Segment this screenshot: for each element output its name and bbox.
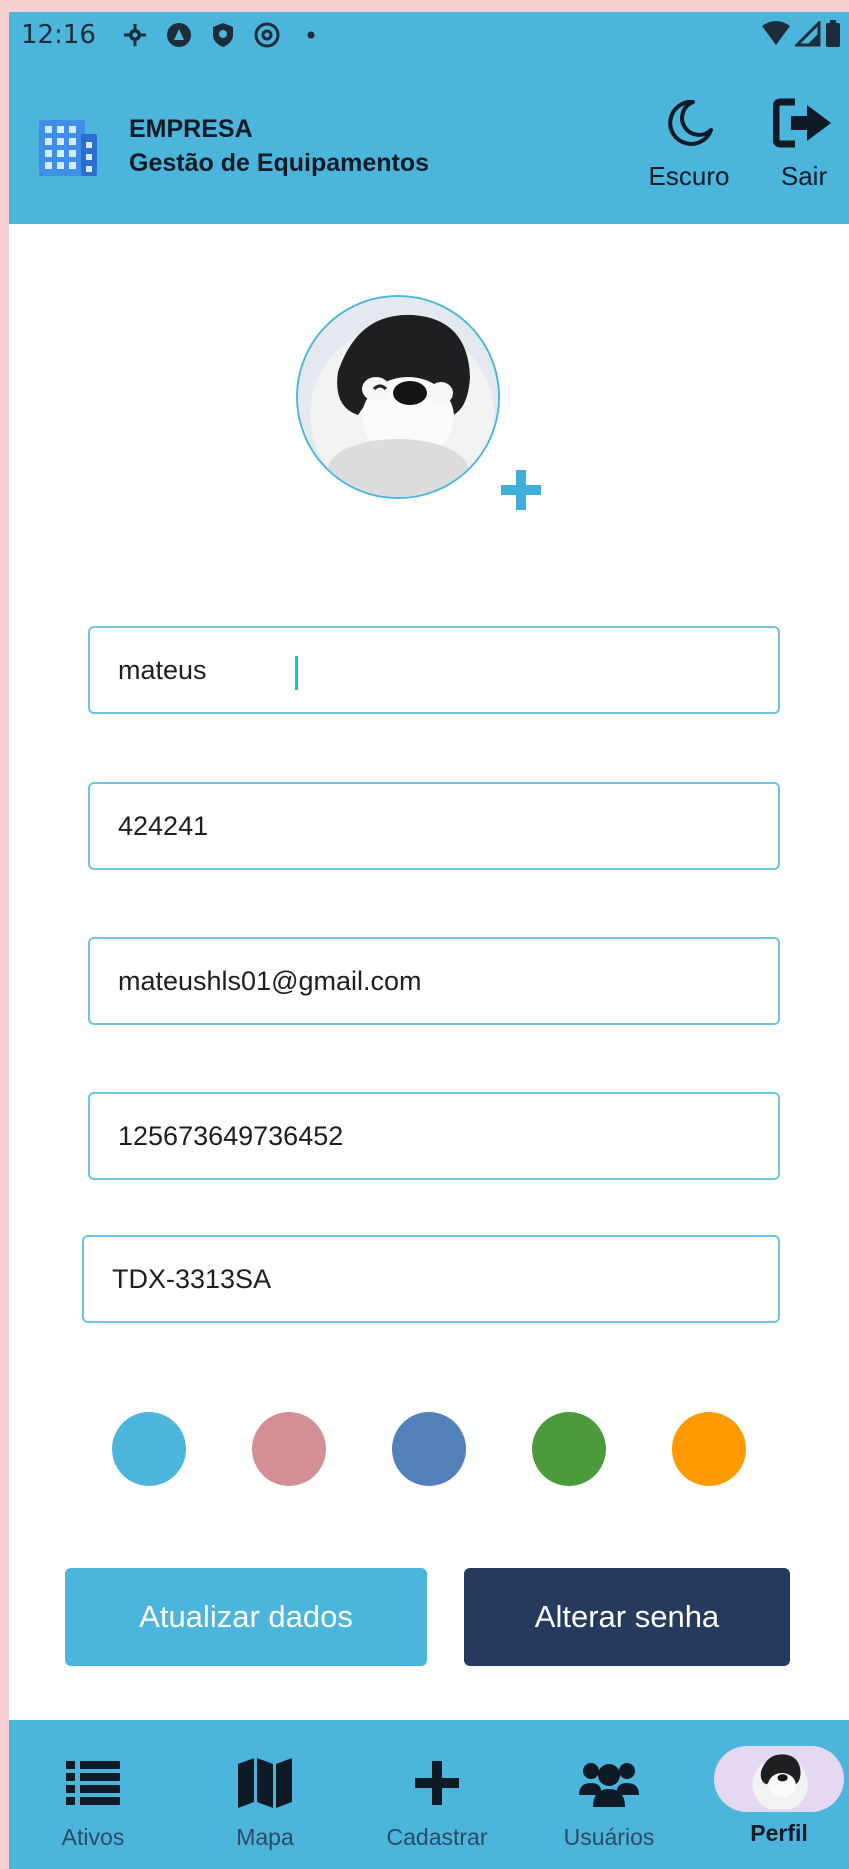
color-swatch-green[interactable] [532,1412,606,1486]
nav-avatar [714,1746,844,1812]
nav-item-ativos[interactable]: Ativos [13,1720,173,1869]
profile-avatar[interactable] [296,295,500,499]
company-name: EMPRESA [129,115,253,143]
email-field[interactable] [88,937,780,1025]
app-header: EMPRESA Gestão de Equipamentos Escuro Sa… [9,58,849,224]
nav-item-cadastrar[interactable]: Cadastrar [357,1720,517,1869]
nav-label-usuarios: Usuários [563,1824,655,1850]
status-icons [122,22,324,48]
logout-label: Sair [780,161,828,191]
notification-dot-icon [298,22,324,48]
bottom-navigation: Ativos Mapa Cadastrar Usuários Perfil [9,1720,849,1869]
color-swatch-steel-blue[interactable] [392,1412,466,1486]
map-icon [238,1758,292,1808]
document-number-input[interactable] [90,1120,778,1152]
color-swatch-orange[interactable] [672,1412,746,1486]
logout-icon [772,98,835,153]
settings-icon [122,22,148,48]
brand-block: EMPRESA Gestão de Equipamentos [129,112,429,180]
email-input[interactable] [90,965,778,997]
moon-icon [663,98,715,153]
nav-item-mapa[interactable]: Mapa [185,1720,345,1869]
nav-label-perfil: Perfil [750,1820,808,1846]
status-time: 12:16 [21,20,96,50]
app-subtitle: Gestão de Equipamentos [129,149,430,177]
name-field[interactable] [88,626,780,714]
update-data-button[interactable]: Atualizar dados [65,1568,427,1666]
dark-mode-button[interactable]: Escuro [629,98,749,192]
registration-input[interactable] [90,810,778,842]
color-swatch-blue[interactable] [112,1412,186,1486]
penguin-thumbnail [752,1754,808,1809]
text-cursor [295,656,298,690]
nav-label-cadastrar: Cadastrar [386,1824,488,1850]
signal-icon [793,19,821,54]
add-photo-plus-icon[interactable] [499,468,543,512]
app-screen: 12:16 EMPRESA Gestão de Equipamentos Esc… [9,12,849,1869]
plate-field[interactable] [82,1235,780,1323]
penguin-photo [298,297,498,497]
change-password-button[interactable]: Alterar senha [464,1568,790,1666]
building-logo-icon [37,114,99,178]
plate-input[interactable] [84,1263,778,1295]
at-sign-icon [254,22,280,48]
nav-item-usuarios[interactable]: Usuários [529,1720,689,1869]
name-input[interactable] [90,654,778,686]
status-bar: 12:16 [9,12,849,58]
theme-color-picker [112,1412,762,1486]
document-number-field[interactable] [88,1092,780,1180]
registration-field[interactable] [88,782,780,870]
users-icon [579,1758,639,1808]
battery-icon [825,20,841,55]
logout-button[interactable]: Sair [759,98,849,192]
dark-mode-label: Escuro [648,161,730,191]
shield-icon [210,22,236,48]
color-swatch-rose[interactable] [252,1412,326,1486]
nav-item-perfil[interactable]: Perfil [699,1720,849,1869]
nav-label-mapa: Mapa [236,1824,294,1850]
nav-label-ativos: Ativos [61,1824,125,1850]
status-right-icons [761,19,841,55]
plus-icon [415,1758,459,1808]
app-a-icon [166,22,192,48]
wifi-icon [761,21,791,54]
list-icon [66,1758,120,1808]
